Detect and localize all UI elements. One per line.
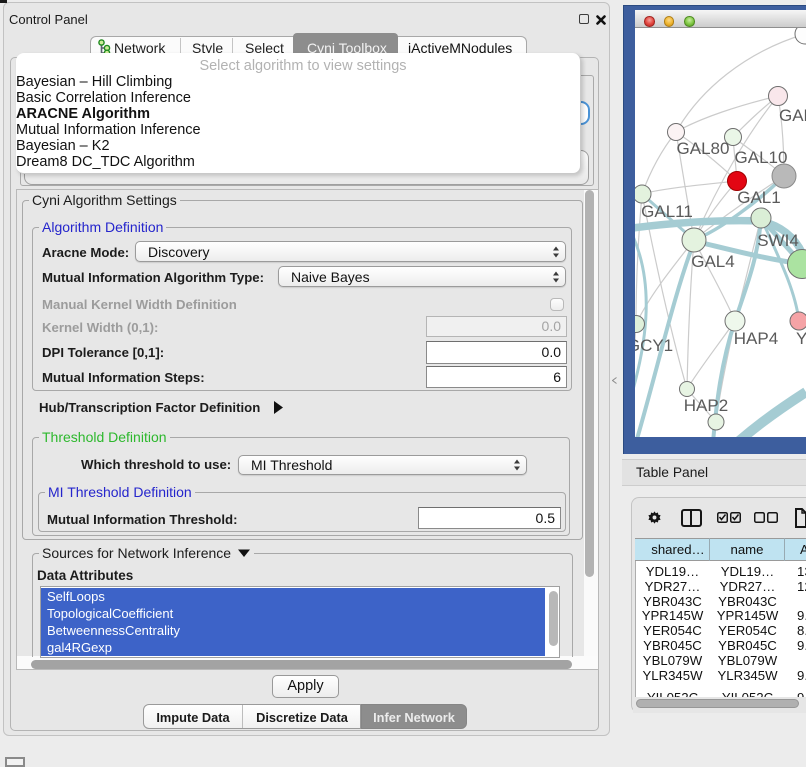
svg-text:SWI4: SWI4 — [757, 231, 799, 250]
svg-text:Y: Y — [796, 329, 806, 348]
svg-text:GAL4: GAL4 — [691, 252, 734, 271]
svg-text:HAP2: HAP2 — [684, 396, 728, 415]
svg-text:GAL10: GAL10 — [735, 148, 788, 167]
svg-text:GAL: GAL — [779, 106, 806, 125]
svg-text:GCY1: GCY1 — [635, 336, 673, 355]
svg-text:HAP4: HAP4 — [734, 329, 778, 348]
svg-text:GAL80: GAL80 — [677, 139, 730, 158]
svg-text:GAL1: GAL1 — [737, 188, 780, 207]
svg-text:GAL11: GAL11 — [641, 202, 693, 221]
